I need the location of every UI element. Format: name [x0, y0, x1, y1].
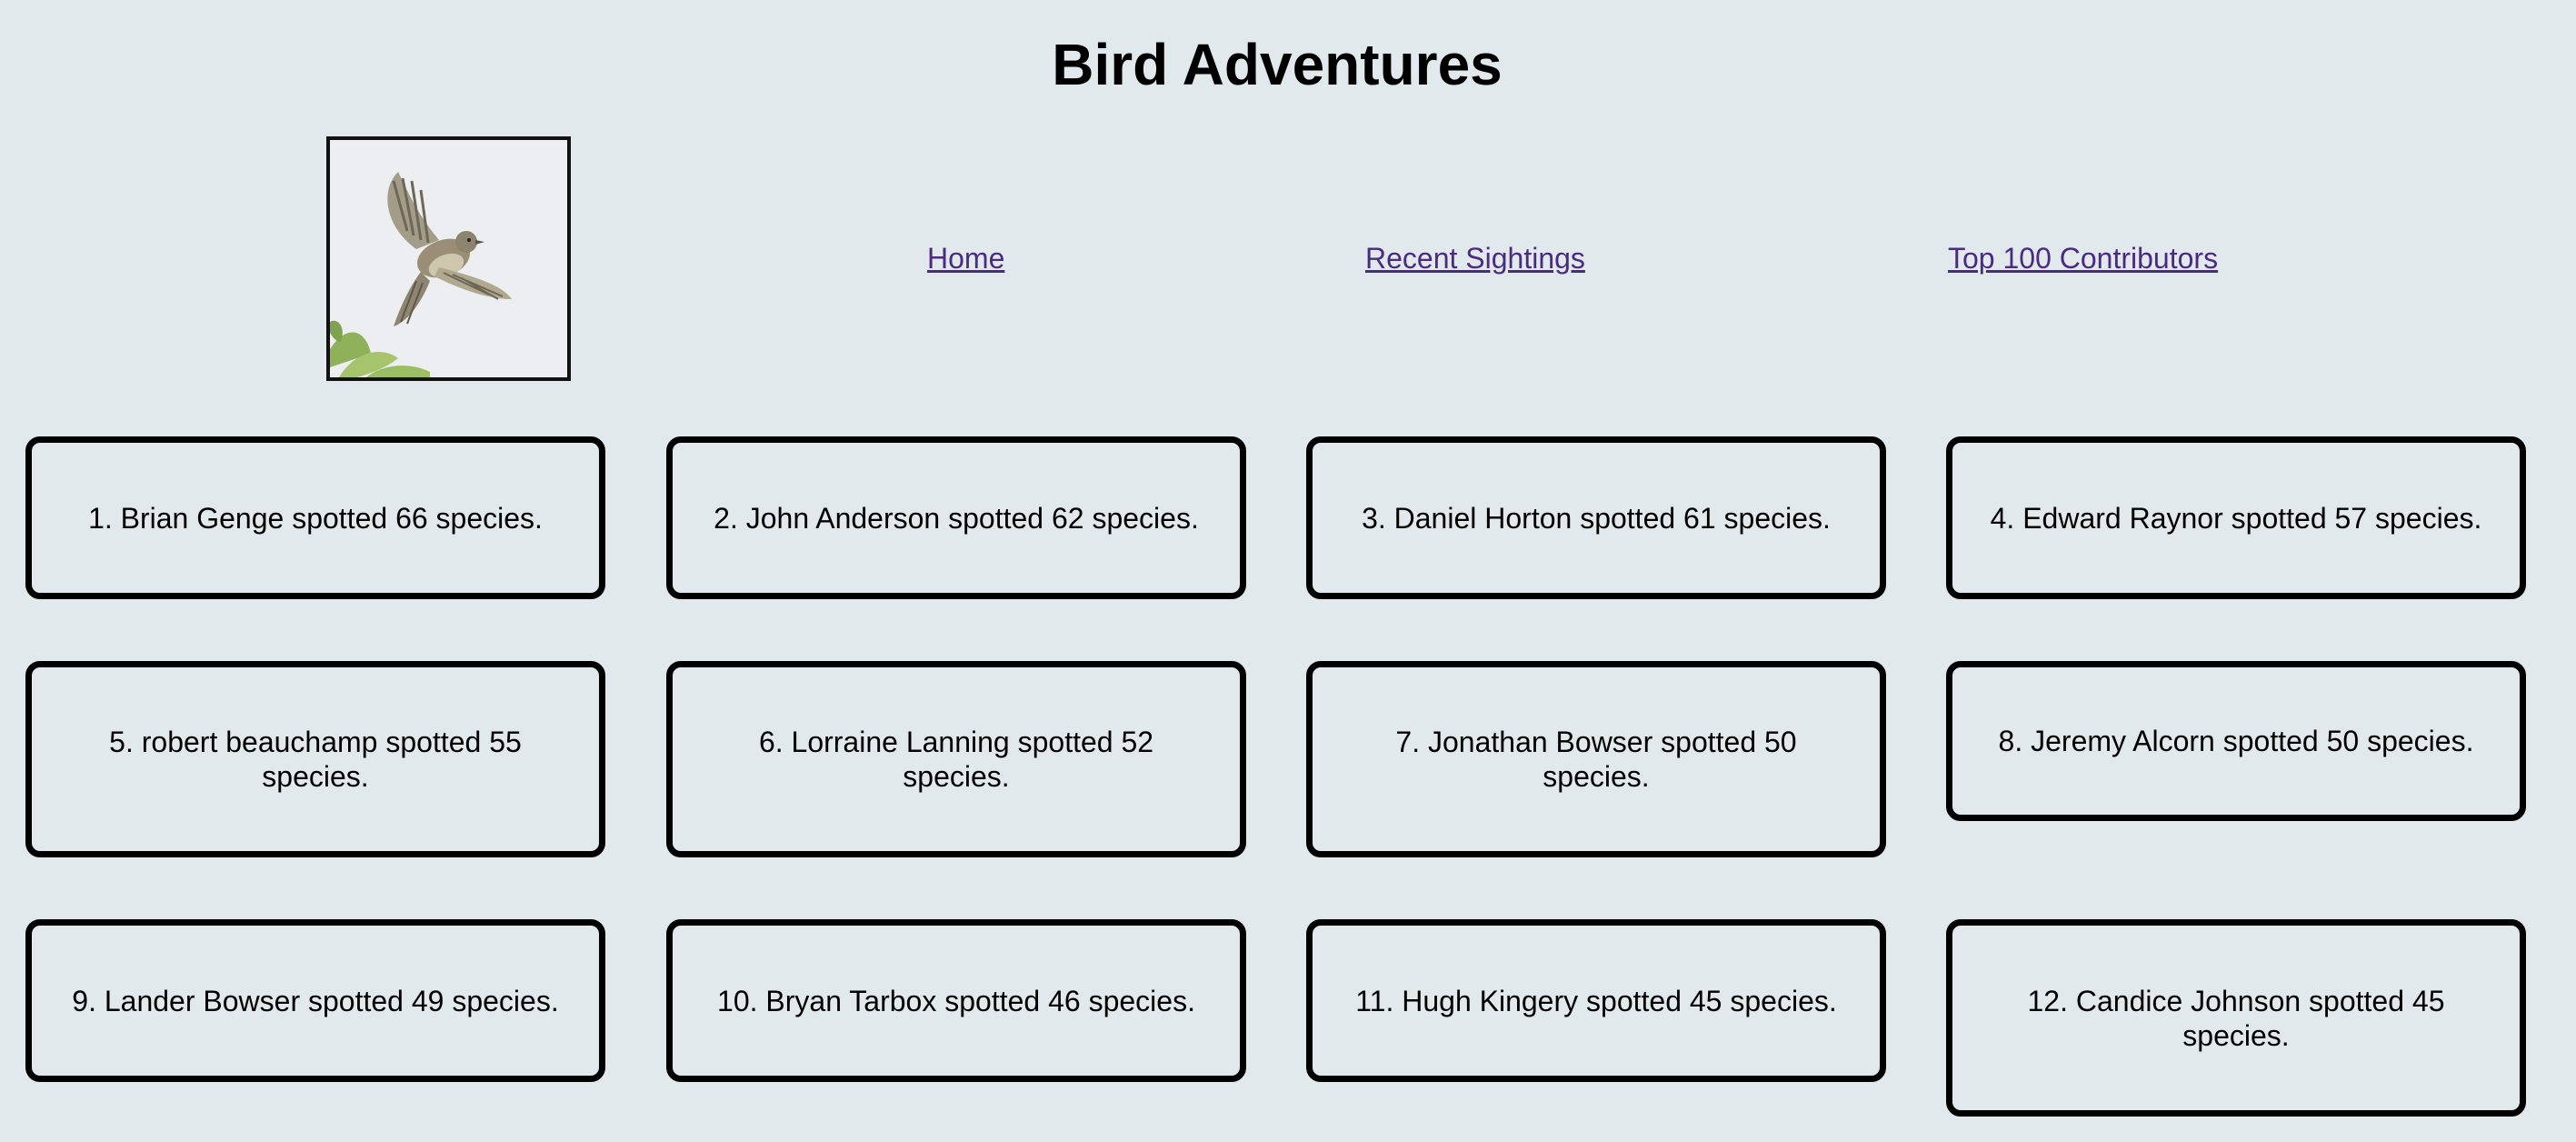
contributor-card: 1. Brian Genge spotted 66 species.: [25, 436, 605, 599]
bird-logo-image: [326, 136, 571, 381]
contributor-card: 2. John Anderson spotted 62 species.: [666, 436, 1246, 599]
nav-link-recent-sightings[interactable]: Recent Sightings: [1365, 240, 1585, 276]
contributor-card: 3. Daniel Horton spotted 61 species.: [1306, 436, 1886, 599]
contributor-card: 12. Candice Johnson spotted 45 species.: [1946, 919, 2526, 1117]
page: Bird Adventures Home Recent Sightings To…: [0, 0, 2576, 1142]
nav-link-home[interactable]: Home: [927, 240, 1004, 276]
flying-bird-icon: [330, 140, 567, 377]
contributor-card: 6. Lorraine Lanning spotted 52 species.: [666, 661, 1246, 857]
contributor-card: 4. Edward Raynor spotted 57 species.: [1946, 436, 2526, 599]
contributor-card: 9. Lander Bowser spotted 49 species.: [25, 919, 605, 1082]
contributor-card: 11. Hugh Kingery spotted 45 species.: [1306, 919, 1886, 1082]
contributor-card: 7. Jonathan Bowser spotted 50 species.: [1306, 661, 1886, 857]
contributor-card: 5. robert beauchamp spotted 55 species.: [25, 661, 605, 857]
page-title: Bird Adventures: [1052, 32, 1503, 97]
contributor-card: 8. Jeremy Alcorn spotted 50 species.: [1946, 661, 2526, 821]
contributor-card: 10. Bryan Tarbox spotted 46 species.: [666, 919, 1246, 1082]
nav-link-top-100-contributors[interactable]: Top 100 Contributors: [1948, 240, 2218, 276]
